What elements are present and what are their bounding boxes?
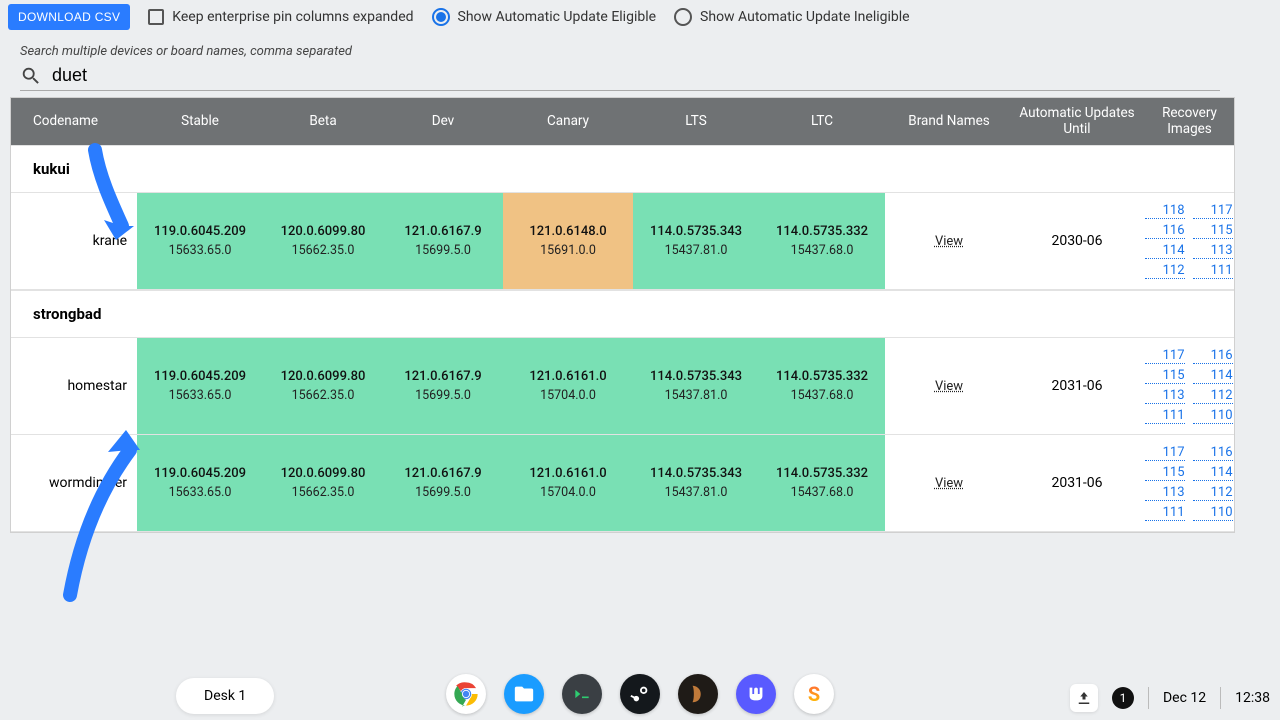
taskbar-date[interactable]: Dec 12	[1163, 690, 1206, 706]
taskbar-time[interactable]: 12:38	[1235, 690, 1270, 706]
version-cell: 119.0.6045.20915633.65.0	[137, 435, 263, 531]
column-header[interactable]: Stable	[137, 98, 263, 145]
view-brand-names-link[interactable]: View	[935, 379, 963, 394]
recovery-image-link[interactable]: 110	[1193, 408, 1233, 424]
brand-names-cell: View	[885, 435, 1013, 531]
recovery-image-link[interactable]: 115	[1193, 223, 1233, 239]
releases-table: CodenameStableBetaDevCanaryLTSLTCBrand N…	[10, 97, 1235, 533]
mastodon-icon[interactable]	[736, 674, 776, 714]
steam-icon[interactable]	[620, 674, 660, 714]
recovery-image-link[interactable]: 110	[1193, 505, 1233, 521]
version-cell: 121.0.6148.015691.0.0	[503, 193, 633, 289]
radio-update-ineligible[interactable]: Show Automatic Update Ineligible	[674, 8, 910, 26]
download-tray-icon[interactable]	[1070, 684, 1098, 712]
recovery-image-link[interactable]: 111	[1193, 263, 1233, 279]
table-row: homestar119.0.6045.20915633.65.0120.0.60…	[11, 338, 1234, 435]
eol-cell: 2030-06	[1013, 193, 1141, 289]
version-cell: 114.0.5735.33215437.68.0	[759, 338, 885, 434]
search-hint: Search multiple devices or board names, …	[20, 44, 1260, 59]
column-header[interactable]: Beta	[263, 98, 383, 145]
search-icon	[20, 65, 42, 87]
version-cell: 121.0.6161.015704.0.0	[503, 435, 633, 531]
board-group-heading: strongbad	[11, 290, 1234, 338]
recovery-image-link[interactable]: 114	[1193, 368, 1233, 384]
codename-cell: wormdingler	[11, 435, 137, 531]
radio-icon	[674, 8, 692, 26]
version-cell: 114.0.5735.33215437.68.0	[759, 435, 885, 531]
download-csv-button[interactable]: DOWNLOAD CSV	[8, 4, 130, 30]
recovery-image-link[interactable]: 114	[1193, 465, 1233, 481]
recovery-image-link[interactable]: 112	[1193, 388, 1233, 404]
recovery-images-cell: 117 116 115 114 113 112 111 110	[1141, 435, 1236, 531]
recovery-image-link[interactable]: 116	[1193, 348, 1233, 364]
recovery-images-cell: 118 117 116 115 114 113 112 111	[1141, 193, 1236, 289]
column-header[interactable]: Canary	[503, 98, 633, 145]
column-header[interactable]: LTC	[759, 98, 885, 145]
codename-cell: homestar	[11, 338, 137, 434]
desk-switcher[interactable]: Desk 1	[176, 678, 274, 714]
recovery-image-link[interactable]: 117	[1145, 445, 1185, 461]
recovery-image-link[interactable]: 116	[1145, 223, 1185, 239]
app-icon[interactable]: S	[794, 674, 834, 714]
files-icon[interactable]	[504, 674, 544, 714]
recovery-image-link[interactable]: 112	[1145, 263, 1185, 279]
version-cell: 121.0.6167.915699.5.0	[383, 435, 503, 531]
column-header[interactable]: Recovery Images	[1141, 98, 1236, 145]
radio-icon	[432, 8, 450, 26]
column-header[interactable]: LTS	[633, 98, 759, 145]
checkbox-icon	[148, 9, 164, 25]
search-input[interactable]	[52, 63, 1220, 88]
version-cell: 114.0.5735.34315437.81.0	[633, 193, 759, 289]
codename-cell: krane	[11, 193, 137, 289]
version-cell: 114.0.5735.34315437.81.0	[633, 435, 759, 531]
keep-expanded-checkbox[interactable]: Keep enterprise pin columns expanded	[148, 9, 413, 25]
recovery-images-cell: 117 116 115 114 113 112 111 110	[1141, 338, 1236, 434]
checkbox-label: Keep enterprise pin columns expanded	[172, 9, 413, 25]
recovery-image-link[interactable]: 116	[1193, 445, 1233, 461]
version-cell: 121.0.6167.915699.5.0	[383, 193, 503, 289]
column-header[interactable]: Automatic Updates Until	[1013, 98, 1141, 145]
recovery-image-link[interactable]: 113	[1193, 243, 1233, 259]
version-cell: 119.0.6045.20915633.65.0	[137, 193, 263, 289]
recovery-image-link[interactable]: 118	[1145, 203, 1185, 219]
recovery-image-link[interactable]: 113	[1145, 485, 1185, 501]
recovery-image-link[interactable]: 112	[1193, 485, 1233, 501]
version-cell: 120.0.6099.8015662.35.0	[263, 193, 383, 289]
view-brand-names-link[interactable]: View	[935, 234, 963, 249]
radio-label: Show Automatic Update Ineligible	[700, 9, 910, 25]
recovery-image-link[interactable]: 115	[1145, 368, 1185, 384]
recovery-image-link[interactable]: 117	[1145, 348, 1185, 364]
recovery-image-link[interactable]: 115	[1145, 465, 1185, 481]
table-row: wormdingler119.0.6045.20915633.65.0120.0…	[11, 435, 1234, 532]
recovery-image-link[interactable]: 114	[1145, 243, 1185, 259]
chrome-icon[interactable]	[446, 674, 486, 714]
version-cell: 114.0.5735.34315437.81.0	[633, 338, 759, 434]
version-cell: 119.0.6045.20915633.65.0	[137, 338, 263, 434]
version-cell: 120.0.6099.8015662.35.0	[263, 435, 383, 531]
dbeaver-icon[interactable]	[678, 674, 718, 714]
version-cell: 120.0.6099.8015662.35.0	[263, 338, 383, 434]
notification-badge[interactable]: 1	[1112, 687, 1134, 709]
eol-cell: 2031-06	[1013, 435, 1141, 531]
view-brand-names-link[interactable]: View	[935, 476, 963, 491]
board-group-heading: kukui	[11, 145, 1234, 193]
radio-label: Show Automatic Update Eligible	[458, 9, 657, 25]
column-header[interactable]: Brand Names	[885, 98, 1013, 145]
table-row: krane119.0.6045.20915633.65.0120.0.6099.…	[11, 193, 1234, 290]
version-cell: 121.0.6161.015704.0.0	[503, 338, 633, 434]
eol-cell: 2031-06	[1013, 338, 1141, 434]
recovery-image-link[interactable]: 113	[1145, 388, 1185, 404]
recovery-image-link[interactable]: 111	[1145, 408, 1185, 424]
column-header[interactable]: Dev	[383, 98, 503, 145]
radio-update-eligible[interactable]: Show Automatic Update Eligible	[432, 8, 657, 26]
version-cell: 121.0.6167.915699.5.0	[383, 338, 503, 434]
column-header[interactable]: Codename	[11, 98, 137, 145]
terminal-icon[interactable]	[562, 674, 602, 714]
recovery-image-link[interactable]: 111	[1145, 505, 1185, 521]
brand-names-cell: View	[885, 338, 1013, 434]
brand-names-cell: View	[885, 193, 1013, 289]
recovery-image-link[interactable]: 117	[1193, 203, 1233, 219]
version-cell: 114.0.5735.33215437.68.0	[759, 193, 885, 289]
